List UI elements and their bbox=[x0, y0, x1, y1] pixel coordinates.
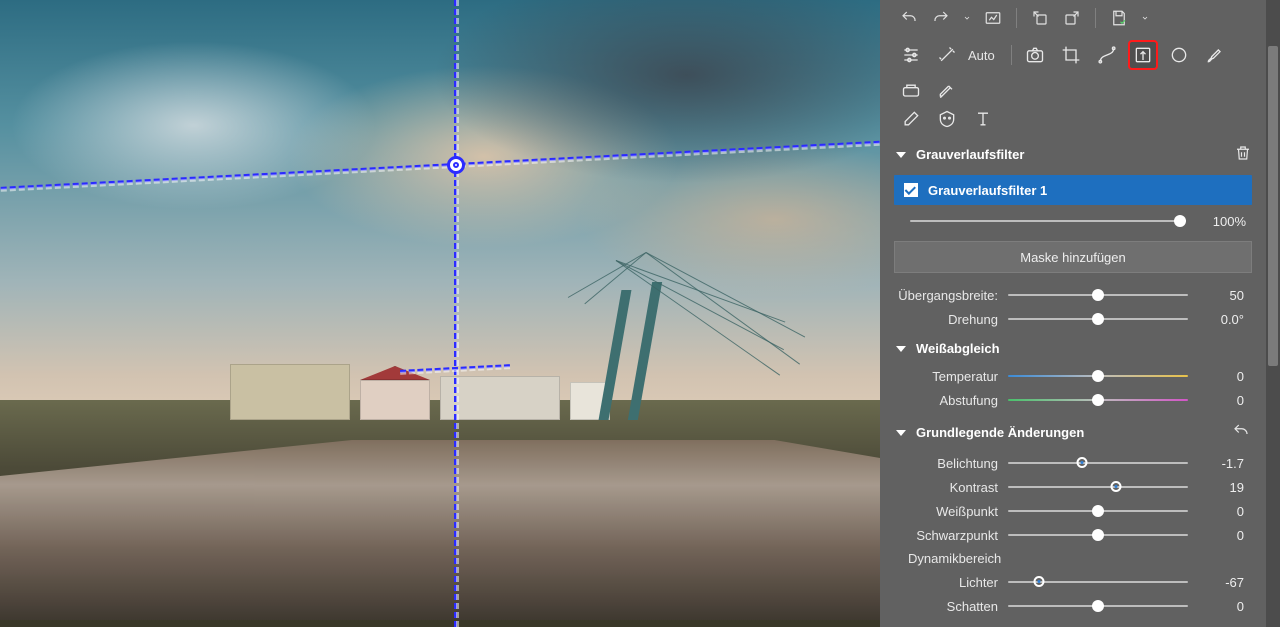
param-highlights: Lichter -67 bbox=[880, 570, 1266, 594]
rotation-value: 0.0° bbox=[1198, 312, 1244, 327]
eraser-tool-icon[interactable] bbox=[898, 106, 924, 132]
crop-tool-icon[interactable] bbox=[1058, 42, 1084, 68]
section-wb-header[interactable]: Weißabgleich bbox=[880, 331, 1266, 364]
photo-buildings bbox=[70, 350, 730, 420]
rotate-left-icon[interactable] bbox=[1031, 9, 1049, 27]
black-label: Schwarzpunkt bbox=[880, 528, 998, 543]
param-black: Schwarzpunkt 0 bbox=[880, 523, 1266, 547]
mask-tool-icon[interactable] bbox=[934, 106, 960, 132]
scroll-thumb[interactable] bbox=[1268, 46, 1278, 366]
reset-icon[interactable] bbox=[1232, 422, 1250, 443]
opacity-row: 100% bbox=[880, 205, 1266, 237]
compare-icon[interactable] bbox=[984, 9, 1002, 27]
section-title: Grundlegende Änderungen bbox=[916, 425, 1084, 440]
param-temperature: Temperatur 0 bbox=[880, 364, 1266, 388]
exposure-slider[interactable] bbox=[1008, 455, 1188, 471]
opacity-value: 100% bbox=[1200, 214, 1246, 229]
section-title: Weißabgleich bbox=[916, 341, 1000, 356]
contrast-label: Kontrast bbox=[880, 480, 998, 495]
chevron-down-icon bbox=[896, 430, 906, 436]
temperature-value: 0 bbox=[1198, 369, 1244, 384]
param-contrast: Kontrast 19 bbox=[880, 475, 1266, 499]
transition-label: Übergangsbreite: bbox=[880, 288, 998, 303]
radial-filter-tool-icon[interactable] bbox=[1166, 42, 1192, 68]
exposure-label: Belichtung bbox=[880, 456, 998, 471]
photo-river bbox=[0, 440, 880, 620]
transition-slider[interactable] bbox=[1008, 287, 1188, 303]
canvas-area[interactable] bbox=[0, 0, 880, 627]
checkbox-icon[interactable] bbox=[904, 183, 918, 197]
gradient-filter-tool-icon[interactable] bbox=[1130, 42, 1156, 68]
filter-list-item[interactable]: Grauverlaufsfilter 1 bbox=[894, 175, 1252, 205]
tint-label: Abstufung bbox=[880, 393, 998, 408]
section-title: Grauverlaufsfilter bbox=[916, 147, 1024, 162]
curve-tool-icon[interactable] bbox=[1094, 42, 1120, 68]
divider bbox=[1011, 45, 1012, 65]
highlights-label: Lichter bbox=[880, 575, 998, 590]
param-tint: Abstufung 0 bbox=[880, 388, 1266, 412]
black-slider[interactable] bbox=[1008, 527, 1188, 543]
chevron-down-icon bbox=[896, 346, 906, 352]
tint-value: 0 bbox=[1198, 393, 1244, 408]
white-label: Weißpunkt bbox=[880, 504, 998, 519]
panel-scrollbar[interactable] bbox=[1266, 0, 1280, 627]
auto-label[interactable]: Auto bbox=[968, 48, 995, 63]
section-basic-header[interactable]: Grundlegende Änderungen bbox=[880, 412, 1266, 451]
highlights-slider[interactable] bbox=[1008, 574, 1188, 590]
tools-row-2 bbox=[880, 106, 1266, 134]
section-gradient-header[interactable]: Grauverlaufsfilter bbox=[880, 134, 1266, 175]
param-exposure: Belichtung -1.7 bbox=[880, 451, 1266, 475]
dropdown-caret-icon[interactable] bbox=[964, 9, 970, 27]
temperature-label: Temperatur bbox=[880, 369, 998, 384]
add-mask-button[interactable]: Maske hinzufügen bbox=[894, 241, 1252, 273]
magic-tool-icon[interactable] bbox=[934, 42, 960, 68]
chevron-down-icon bbox=[896, 152, 906, 158]
filter-item-label: Grauverlaufsfilter 1 bbox=[928, 183, 1047, 198]
eyedropper-tool-icon[interactable] bbox=[934, 78, 960, 104]
transition-value: 50 bbox=[1198, 288, 1244, 303]
redo-icon[interactable] bbox=[932, 9, 950, 27]
tint-slider[interactable] bbox=[1008, 392, 1188, 408]
text-tool-icon[interactable] bbox=[970, 106, 996, 132]
shadows-slider[interactable] bbox=[1008, 598, 1188, 614]
white-value: 0 bbox=[1198, 504, 1244, 519]
shadows-label: Schatten bbox=[880, 599, 998, 614]
contrast-slider[interactable] bbox=[1008, 479, 1188, 495]
right-panel: Auto Grauverlaufsfilter Grauverlaufsfil bbox=[880, 0, 1280, 627]
highlights-value: -67 bbox=[1198, 575, 1244, 590]
param-white: Weißpunkt 0 bbox=[880, 499, 1266, 523]
temperature-slider[interactable] bbox=[1008, 368, 1188, 384]
white-slider[interactable] bbox=[1008, 503, 1188, 519]
brush-tool-icon[interactable] bbox=[1202, 42, 1228, 68]
opacity-slider[interactable] bbox=[910, 213, 1186, 229]
exposure-value: -1.7 bbox=[1198, 456, 1244, 471]
param-rotation: Drehung 0.0° bbox=[880, 307, 1266, 331]
param-shadows: Schatten 0 bbox=[880, 594, 1266, 618]
dynrange-label: Dynamikbereich bbox=[880, 551, 1248, 566]
rotate-right-icon[interactable] bbox=[1063, 9, 1081, 27]
gradient-guide-vertical[interactable] bbox=[454, 0, 457, 627]
camera-tool-icon[interactable] bbox=[1022, 42, 1048, 68]
param-dynrange-label: Dynamikbereich bbox=[880, 547, 1266, 570]
black-value: 0 bbox=[1198, 528, 1244, 543]
dropdown-caret-icon[interactable] bbox=[1142, 9, 1148, 27]
trash-icon[interactable] bbox=[1234, 144, 1252, 165]
history-toolbar bbox=[880, 0, 1266, 36]
rotation-label: Drehung bbox=[880, 312, 998, 327]
rotation-slider[interactable] bbox=[1008, 311, 1188, 327]
save-icon[interactable] bbox=[1110, 9, 1128, 27]
tools-row: Auto bbox=[880, 36, 1266, 106]
contrast-value: 19 bbox=[1198, 480, 1244, 495]
adjustments-tool-icon[interactable] bbox=[898, 42, 924, 68]
param-transition: Übergangsbreite: 50 bbox=[880, 283, 1266, 307]
divider bbox=[1016, 8, 1017, 28]
undo-icon[interactable] bbox=[900, 9, 918, 27]
retouch-tool-icon[interactable] bbox=[898, 78, 924, 104]
shadows-value: 0 bbox=[1198, 599, 1244, 614]
gradient-center-handle[interactable] bbox=[447, 156, 465, 174]
divider bbox=[1095, 8, 1096, 28]
